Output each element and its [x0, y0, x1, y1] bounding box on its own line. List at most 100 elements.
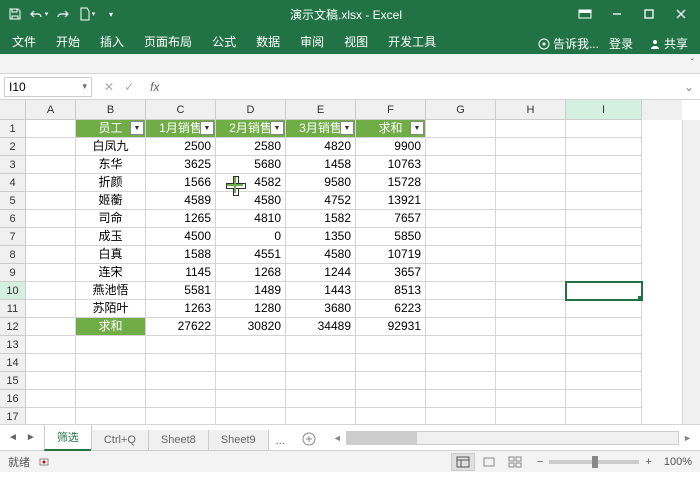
cell[interactable] — [356, 372, 426, 390]
cell[interactable] — [26, 408, 76, 424]
view-layout-button[interactable] — [477, 453, 501, 471]
cell[interactable] — [426, 282, 496, 300]
cell[interactable] — [426, 372, 496, 390]
cell[interactable]: 2500 — [146, 138, 216, 156]
cell[interactable] — [216, 408, 286, 424]
cell[interactable]: 员工▼ — [76, 120, 146, 138]
row-header[interactable]: 10 — [0, 282, 26, 300]
cell[interactable]: 3月销售▼ — [286, 120, 356, 138]
cell[interactable] — [216, 336, 286, 354]
cell[interactable]: 苏陌叶 — [76, 300, 146, 318]
cell[interactable] — [496, 210, 566, 228]
cell[interactable]: 7657 — [356, 210, 426, 228]
cell[interactable] — [426, 318, 496, 336]
filter-button[interactable]: ▼ — [200, 121, 214, 135]
sheet-nav-next[interactable]: ► — [26, 432, 36, 443]
formula-input[interactable] — [167, 77, 677, 97]
cell[interactable] — [566, 228, 642, 246]
cell[interactable]: 8513 — [356, 282, 426, 300]
cell[interactable] — [496, 282, 566, 300]
cell[interactable] — [26, 336, 76, 354]
cell[interactable] — [566, 282, 642, 300]
tab-file[interactable]: 文件 — [2, 28, 46, 54]
cell[interactable] — [26, 300, 76, 318]
cell[interactable] — [356, 390, 426, 408]
filter-button[interactable]: ▼ — [130, 121, 144, 135]
cell[interactable]: 求和 — [76, 318, 146, 336]
row-header[interactable]: 14 — [0, 354, 26, 372]
row-header[interactable]: 7 — [0, 228, 26, 246]
cell[interactable] — [496, 336, 566, 354]
col-header[interactable]: D — [216, 100, 286, 120]
redo-button[interactable] — [52, 3, 74, 25]
cell[interactable]: 34489 — [286, 318, 356, 336]
cell[interactable] — [426, 354, 496, 372]
column-headers[interactable]: ABCDEFGHI — [26, 100, 682, 120]
share-button[interactable]: 共享 — [643, 33, 694, 54]
cell[interactable] — [496, 300, 566, 318]
cell[interactable]: 东华 — [76, 156, 146, 174]
cell[interactable] — [26, 156, 76, 174]
sheet-tab-active[interactable]: 筛选 — [44, 425, 92, 451]
cell[interactable] — [286, 372, 356, 390]
cell[interactable]: 1265 — [146, 210, 216, 228]
cell[interactable]: 3625 — [146, 156, 216, 174]
cell[interactable] — [566, 354, 642, 372]
cell[interactable] — [496, 228, 566, 246]
cell[interactable] — [496, 318, 566, 336]
cell[interactable] — [426, 210, 496, 228]
cell[interactable]: 4580 — [286, 246, 356, 264]
zoom-in-button[interactable]: + — [645, 456, 651, 468]
filter-button[interactable]: ▼ — [340, 121, 354, 135]
sheet-tab[interactable]: Sheet8 — [148, 430, 209, 451]
cell[interactable]: 5680 — [216, 156, 286, 174]
col-header[interactable]: E — [286, 100, 356, 120]
cell[interactable]: 5850 — [356, 228, 426, 246]
cell[interactable] — [26, 138, 76, 156]
cell[interactable] — [566, 192, 642, 210]
cell[interactable] — [286, 390, 356, 408]
undo-button[interactable]: ▾ — [28, 3, 50, 25]
formula-expand-icon[interactable]: ⌄ — [678, 80, 700, 94]
tab-insert[interactable]: 插入 — [90, 28, 134, 54]
cell[interactable]: 15728 — [356, 174, 426, 192]
cell[interactable] — [76, 336, 146, 354]
horizontal-scrollbar[interactable] — [346, 431, 679, 445]
col-header[interactable]: F — [356, 100, 426, 120]
cell[interactable] — [146, 336, 216, 354]
cell[interactable]: 2580 — [216, 138, 286, 156]
cell[interactable] — [496, 192, 566, 210]
cell[interactable] — [496, 390, 566, 408]
cell[interactable] — [496, 372, 566, 390]
row-header[interactable]: 3 — [0, 156, 26, 174]
cell[interactable]: 13921 — [356, 192, 426, 210]
ribbon-collapse-icon[interactable]: ˇ — [691, 58, 694, 69]
cell[interactable] — [566, 372, 642, 390]
cell[interactable]: 4820 — [286, 138, 356, 156]
cell[interactable] — [146, 354, 216, 372]
row-header[interactable]: 16 — [0, 390, 26, 408]
cell[interactable] — [426, 246, 496, 264]
cell[interactable] — [426, 264, 496, 282]
cell[interactable]: 4810 — [216, 210, 286, 228]
cell[interactable]: 姬蘅 — [76, 192, 146, 210]
cell[interactable] — [426, 156, 496, 174]
tab-home[interactable]: 开始 — [46, 28, 90, 54]
save-button[interactable] — [4, 3, 26, 25]
zoom-slider[interactable] — [549, 460, 639, 464]
sheet-add-button[interactable] — [293, 427, 325, 451]
row-header[interactable]: 9 — [0, 264, 26, 282]
zoom-level[interactable]: 100% — [664, 456, 692, 468]
cell[interactable] — [566, 156, 642, 174]
cell[interactable] — [216, 354, 286, 372]
cell[interactable] — [26, 174, 76, 192]
cell[interactable]: 9900 — [356, 138, 426, 156]
hscroll-left[interactable]: ◄ — [333, 433, 342, 443]
cell[interactable]: 1月销售▼ — [146, 120, 216, 138]
new-button[interactable]: ▾ — [76, 3, 98, 25]
cell[interactable] — [566, 246, 642, 264]
cell[interactable] — [566, 174, 642, 192]
close-button[interactable] — [666, 3, 696, 25]
cell[interactable]: 0 — [216, 228, 286, 246]
view-normal-button[interactable] — [451, 453, 475, 471]
